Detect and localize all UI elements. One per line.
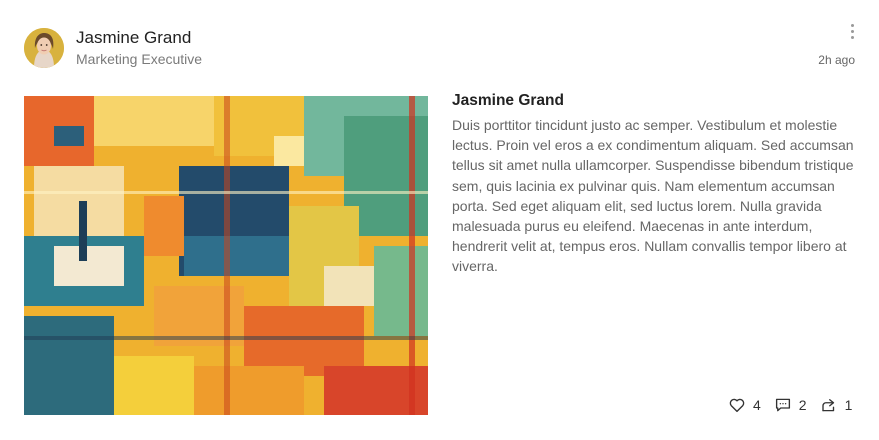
author-role: Marketing Executive bbox=[76, 51, 203, 67]
share-button[interactable]: 1 bbox=[820, 396, 853, 414]
post-card: Jasmine Grand Marketing Executive 2h ago bbox=[0, 0, 879, 440]
comment-button[interactable]: 2 bbox=[774, 396, 807, 414]
like-button[interactable]: 4 bbox=[728, 396, 761, 414]
more-options-button[interactable] bbox=[846, 22, 860, 42]
comment-count: 2 bbox=[798, 397, 807, 413]
post-body: Duis porttitor tincidunt justo ac semper… bbox=[452, 117, 854, 275]
post-timestamp: 2h ago bbox=[818, 53, 855, 67]
share-count: 1 bbox=[844, 397, 853, 413]
comment-icon bbox=[775, 398, 790, 412]
more-vertical-icon bbox=[851, 24, 854, 27]
author-name[interactable]: Jasmine Grand bbox=[76, 28, 191, 48]
more-vertical-icon bbox=[851, 30, 854, 33]
post-actions: 4 2 1 bbox=[728, 394, 852, 416]
heart-icon bbox=[729, 398, 745, 413]
post-image[interactable] bbox=[24, 96, 428, 415]
avatar[interactable] bbox=[24, 28, 64, 68]
like-count: 4 bbox=[753, 397, 761, 413]
post-title: Jasmine Grand bbox=[452, 92, 564, 109]
abstract-painting-image bbox=[24, 96, 428, 415]
share-icon bbox=[821, 399, 834, 412]
more-vertical-icon bbox=[851, 36, 854, 39]
